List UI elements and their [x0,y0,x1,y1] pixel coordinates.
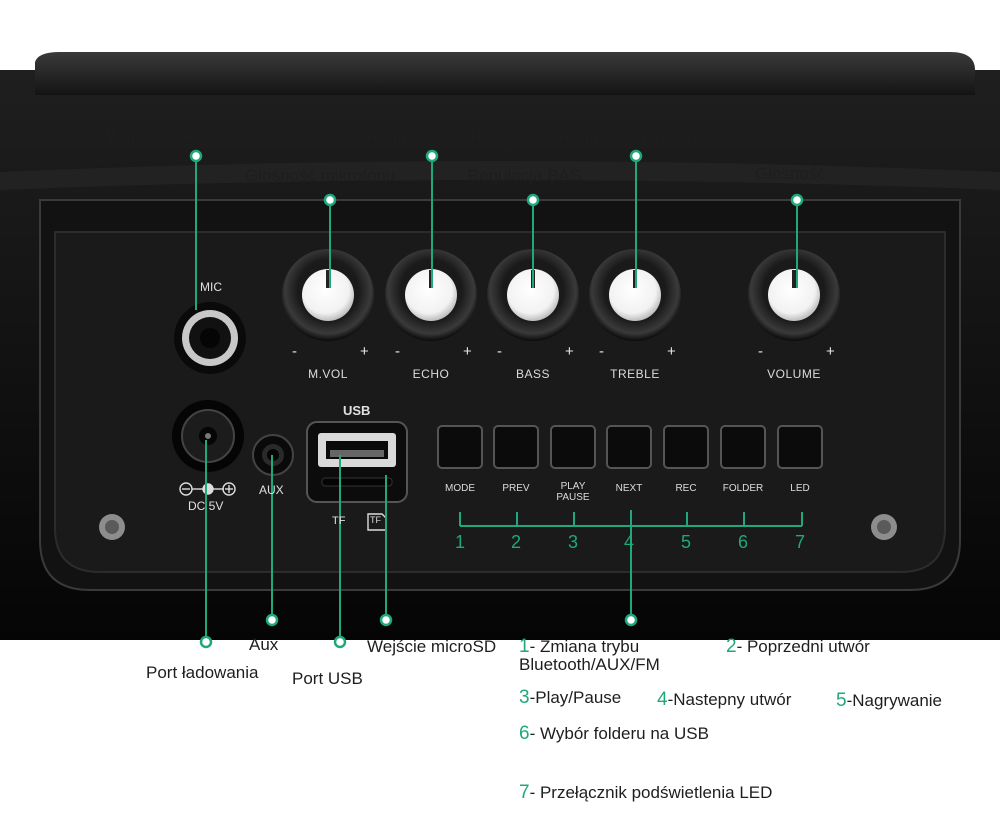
button-rec [663,425,709,469]
button-number: 2 [511,532,522,552]
callout-aux: Aux [249,635,279,654]
knob-label: ECHO [412,367,450,381]
knob-minus-label: - [497,343,502,360]
knob-mvol [282,249,374,341]
knob-volume [748,249,840,341]
button-label: LED [790,483,810,494]
callout-echo: Regulacja ECHO [366,128,496,147]
knob-plus-label: + [826,343,835,360]
knob-minus-label: - [758,343,763,360]
callout-bass: Regulacja BAS [467,166,582,185]
button-number: 6 [738,532,749,552]
knob-minus-label: - [599,343,604,360]
button-number: 1 [455,532,466,552]
callout-usb-port: Port USB [292,669,363,688]
mic-label: MIC [200,280,222,294]
knob-label: BASS [515,367,550,381]
dc-jack [172,400,244,472]
knob-plus-label: + [463,343,472,360]
knob-label: M.VOL [308,367,348,381]
knob-plus-label: + [667,343,676,360]
button-number: 4 [624,532,635,552]
button-label: MODE [445,483,475,494]
button-number: 5 [681,532,692,552]
speaker-photo: MIC USB AUX DC 5V TF TF M.VOL - + ECHO - + BAS… [0,0,1000,832]
legend-item-5: 5-Nagrywanie [836,690,943,711]
legend-item-1-cont: Bluetooth/AUX/FM [519,655,660,674]
aux-label: AUX [259,483,284,497]
dc-label: DC 5V [188,499,224,513]
callout-volume: Głośność [755,164,826,183]
button-label: PLAY PAUSE [556,481,590,503]
button-label: PREV [502,483,530,494]
tf-card-label: TF [370,515,381,525]
usb-label: USB [343,403,371,418]
legend-item-3: 3-Play/Pause [519,687,622,708]
knob-minus-label: - [292,343,297,360]
legend-item-2: 2- Poprzedni utwór [726,636,870,657]
legend-item-4: 4-Nastepny utwór [657,689,792,710]
knob-label: VOLUME [767,367,821,381]
legend-item-7: 7- Przełącznik podświetlenia LED [519,782,773,803]
button-label: NEXT [615,483,643,494]
button-folder [720,425,766,469]
button-number: 3 [568,532,579,552]
tf-label: TF [332,515,346,527]
mic-jack [174,302,246,374]
knob-label: TREBLE [610,367,660,381]
button-led [777,425,823,469]
button-label: FOLDER [722,483,764,494]
screw-icon-left [99,514,125,540]
callout-treble: Regulacja TREBLE [558,128,705,147]
knob-plus-label: + [360,343,369,360]
button-number: 7 [795,532,806,552]
button-mode [437,425,483,469]
callout-microsd: Wejście microSD [367,637,497,656]
usb-port [306,421,408,503]
button-play-pause [550,425,596,469]
knob-plus-label: + [565,343,574,360]
knob-minus-label: - [395,343,400,360]
button-next [606,425,652,469]
callout-mic-input: Wejście mikrofonowe [106,126,267,145]
screw-icon-right [871,514,897,540]
handle [35,52,975,95]
button-label: REC [675,483,697,494]
legend-item-6: 6- Wybór folderu na USB [519,723,709,744]
button-prev [493,425,539,469]
callout-mic-volume: Głośność mikrofonu [245,166,396,185]
callout-charging-port: Port ładowania [146,663,259,682]
